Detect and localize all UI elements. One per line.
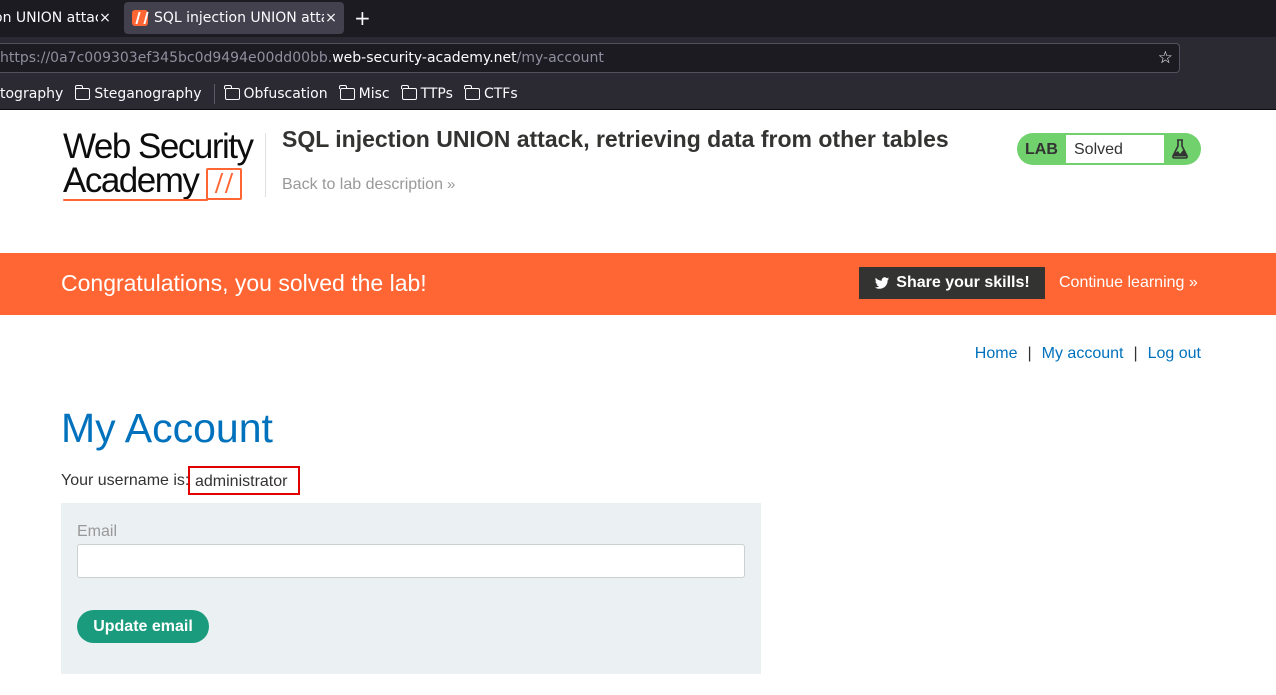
logo-line-1: Web Security <box>63 127 254 166</box>
update-email-button[interactable]: Update email <box>77 610 209 643</box>
url-path: /my-account <box>516 50 604 66</box>
web-security-academy-logo[interactable]: Web Security Academy <box>63 127 263 204</box>
bookmark-label: Steganography <box>94 86 202 102</box>
page-title: My Account <box>61 405 273 451</box>
bookmark-ttps[interactable]: TTPs <box>401 85 453 102</box>
lab-label: LAB <box>1025 141 1058 158</box>
username-value: administrator <box>188 466 300 495</box>
back-link-label: Back to lab description <box>282 176 443 193</box>
bookmark-ctfs[interactable]: CTFs <box>464 85 518 102</box>
bookmark-steganography[interactable]: Steganography <box>74 85 202 102</box>
continue-learning-label: Continue learning <box>1059 274 1185 291</box>
url-prefix: https://0a7c009303ef345bc0d9494e00dd00bb… <box>0 50 333 66</box>
my-account-link[interactable]: My account <box>1042 345 1124 362</box>
lab-status-badge: LAB Solved <box>1017 133 1201 165</box>
log-out-link[interactable]: Log out <box>1148 345 1201 362</box>
account-navigation: Home | My account | Log out <box>975 345 1201 363</box>
double-chevron-right-icon: » <box>446 176 456 193</box>
bookmark-obfuscation[interactable]: Obfuscation <box>224 85 328 102</box>
nav-separator: | <box>1027 345 1032 362</box>
bookmark-label: TTPs <box>420 86 453 102</box>
navigation-toolbar: https://0a7c009303ef345bc0d9494e00dd00bb… <box>0 37 1276 79</box>
bookmark-cryptography[interactable]: tography <box>0 86 63 102</box>
url-host: web-security-academy.net <box>332 50 517 66</box>
continue-learning-link[interactable]: Continue learning » <box>1059 274 1198 292</box>
tab-close-icon[interactable]: × <box>324 10 338 26</box>
flask-icon <box>1172 139 1188 159</box>
nav-separator: | <box>1133 345 1138 362</box>
tab-title: SQL injection UNION attac <box>154 10 324 26</box>
double-chevron-right-icon: » <box>1188 274 1198 291</box>
email-input[interactable] <box>77 544 745 578</box>
bookmark-label: Misc <box>358 86 390 102</box>
folder-icon <box>224 85 240 100</box>
bookmark-label: tography <box>0 86 64 102</box>
home-link[interactable]: Home <box>975 345 1018 362</box>
lab-status-box: Solved <box>1066 135 1164 163</box>
bookmarks-toolbar: tography Steganography Obfuscation Misc … <box>0 79 1276 110</box>
bookmark-label: CTFs <box>483 86 518 102</box>
browser-tab-active[interactable]: SQL injection UNION attac × <box>124 2 344 34</box>
lightning-bolt-icon <box>206 168 242 200</box>
share-your-skills-button[interactable]: Share your skills! <box>859 267 1045 299</box>
folder-icon <box>464 85 480 100</box>
browser-tab-bar: on UNION attac × SQL injection UNION att… <box>0 0 1276 37</box>
congratulations-message: Congratulations, you solved the lab! <box>61 270 427 296</box>
logo-underline <box>63 199 208 201</box>
email-label: Email <box>77 523 118 540</box>
back-to-lab-description-link[interactable]: Back to lab description» <box>282 176 455 194</box>
new-tab-button[interactable]: + <box>354 6 371 30</box>
bookmark-star-icon[interactable]: ☆ <box>1158 48 1173 68</box>
bookmark-separator <box>213 84 215 104</box>
folder-icon <box>74 85 91 100</box>
folder-icon <box>339 85 355 100</box>
portswigger-favicon-icon <box>132 10 148 26</box>
tab-close-icon[interactable]: × <box>98 10 112 26</box>
folder-icon <box>401 85 417 100</box>
tab-title: on UNION attac <box>0 9 98 26</box>
url-bar[interactable]: https://0a7c009303ef345bc0d9494e00dd00bb… <box>0 43 1180 73</box>
header-divider <box>265 133 266 197</box>
lab-status-text: Solved <box>1074 141 1123 158</box>
browser-tab-inactive[interactable]: on UNION attac × <box>0 0 118 35</box>
bookmark-label: Obfuscation <box>243 86 328 102</box>
twitter-icon <box>875 276 890 289</box>
bookmark-misc[interactable]: Misc <box>339 85 390 102</box>
congratulations-banner: Congratulations, you solved the lab! Sha… <box>0 253 1276 315</box>
update-email-form: Email Update email <box>61 503 761 674</box>
lab-title: SQL injection UNION attack, retrieving d… <box>282 126 949 152</box>
share-button-label: Share your skills! <box>896 274 1030 291</box>
username-label: Your username is: <box>61 472 190 489</box>
